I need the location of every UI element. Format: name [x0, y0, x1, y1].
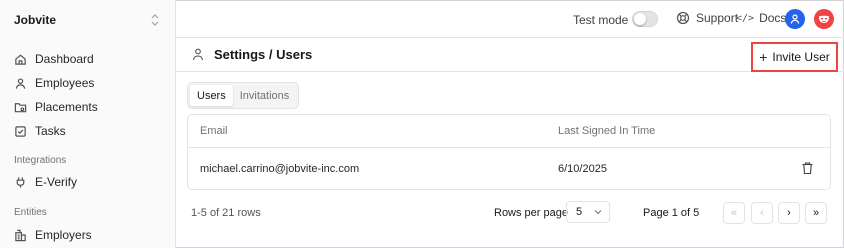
- user-avatar[interactable]: [785, 9, 805, 29]
- breadcrumb: Settings / Users: [214, 47, 313, 62]
- rows-per-page-label: Rows per page: [494, 207, 568, 219]
- support-label: Support: [696, 11, 739, 25]
- column-header-last-signed-in: Last Signed In Time: [558, 125, 656, 137]
- docs-link[interactable]: </> Docs: [736, 11, 786, 25]
- first-page-button[interactable]: «: [723, 202, 745, 224]
- person-icon: [192, 48, 204, 61]
- tab-users[interactable]: Users: [190, 85, 233, 106]
- previous-page-button[interactable]: ‹: [751, 202, 773, 224]
- invite-user-label: Invite User: [772, 50, 830, 64]
- sidebar-item-label: Placements: [35, 100, 98, 114]
- invite-user-button[interactable]: + Invite User: [751, 42, 838, 72]
- column-header-email: Email: [200, 125, 228, 137]
- user-email: michael.carrino@jobvite-inc.com: [200, 163, 360, 175]
- section-label-entities: Entities: [14, 207, 47, 218]
- placement-icon: [14, 102, 27, 112]
- rows-summary: 1-5 of 21 rows: [191, 207, 261, 219]
- table-row: michael.carrino@jobvite-inc.com 6/10/202…: [188, 148, 830, 190]
- page-header: Settings / Users + Invite User: [176, 38, 844, 72]
- test-mode-label: Test mode: [573, 13, 629, 27]
- org-name: Jobvite: [14, 13, 57, 27]
- sidebar-item-employees[interactable]: Employees: [6, 71, 170, 95]
- person-icon: [15, 77, 26, 89]
- sidebar-item-dashboard[interactable]: Dashboard: [6, 47, 170, 71]
- top-bar: Test mode Support </> Docs: [176, 0, 844, 38]
- next-page-button[interactable]: ›: [778, 202, 800, 224]
- lifebuoy-icon: [676, 11, 690, 25]
- last-signed-in: 6/10/2025: [558, 163, 607, 175]
- sidebar-item-label: Employers: [35, 228, 92, 242]
- sidebar: Jobvite Dashboard Employees Placements T…: [0, 0, 176, 248]
- sidebar-item-employers[interactable]: Employers: [6, 223, 170, 247]
- sidebar-item-e-verify[interactable]: E-Verify: [6, 170, 170, 194]
- checkbox-icon: [15, 125, 26, 137]
- support-link[interactable]: Support: [676, 11, 738, 25]
- plug-icon: [16, 176, 25, 188]
- sidebar-item-label: Tasks: [35, 124, 66, 138]
- trash-icon[interactable]: [801, 161, 814, 175]
- last-page-button[interactable]: »: [805, 202, 827, 224]
- tab-invitations[interactable]: Invitations: [233, 85, 297, 106]
- page-indicator: Page 1 of 5: [643, 207, 700, 219]
- sidebar-item-tasks[interactable]: Tasks: [6, 119, 170, 143]
- table-header: Email Last Signed In Time: [188, 115, 830, 148]
- rows-per-page-select[interactable]: 5: [566, 201, 610, 223]
- sidebar-item-label: Dashboard: [35, 52, 94, 66]
- building-icon: [15, 229, 26, 241]
- chevron-down-icon: [594, 210, 602, 215]
- users-table: Email Last Signed In Time michael.carrin…: [187, 114, 831, 190]
- chevron-up-down-icon: [151, 14, 159, 26]
- mask-avatar[interactable]: [814, 9, 834, 29]
- docs-label: Docs: [759, 11, 787, 25]
- section-label-integrations: Integrations: [14, 155, 67, 166]
- plus-icon: +: [759, 49, 768, 65]
- sidebar-item-label: Employees: [35, 76, 95, 90]
- rows-per-page-value: 5: [576, 206, 583, 218]
- mask-icon: [818, 15, 830, 23]
- person-icon: [790, 14, 800, 24]
- sidebar-item-label: E-Verify: [35, 175, 78, 189]
- tab-list: Users Invitations: [187, 82, 300, 109]
- home-icon: [15, 54, 26, 65]
- sidebar-item-placements[interactable]: Placements: [6, 95, 170, 119]
- code-icon: </>: [736, 12, 755, 24]
- test-mode-toggle[interactable]: [632, 11, 658, 27]
- org-switcher[interactable]: Jobvite: [6, 6, 170, 34]
